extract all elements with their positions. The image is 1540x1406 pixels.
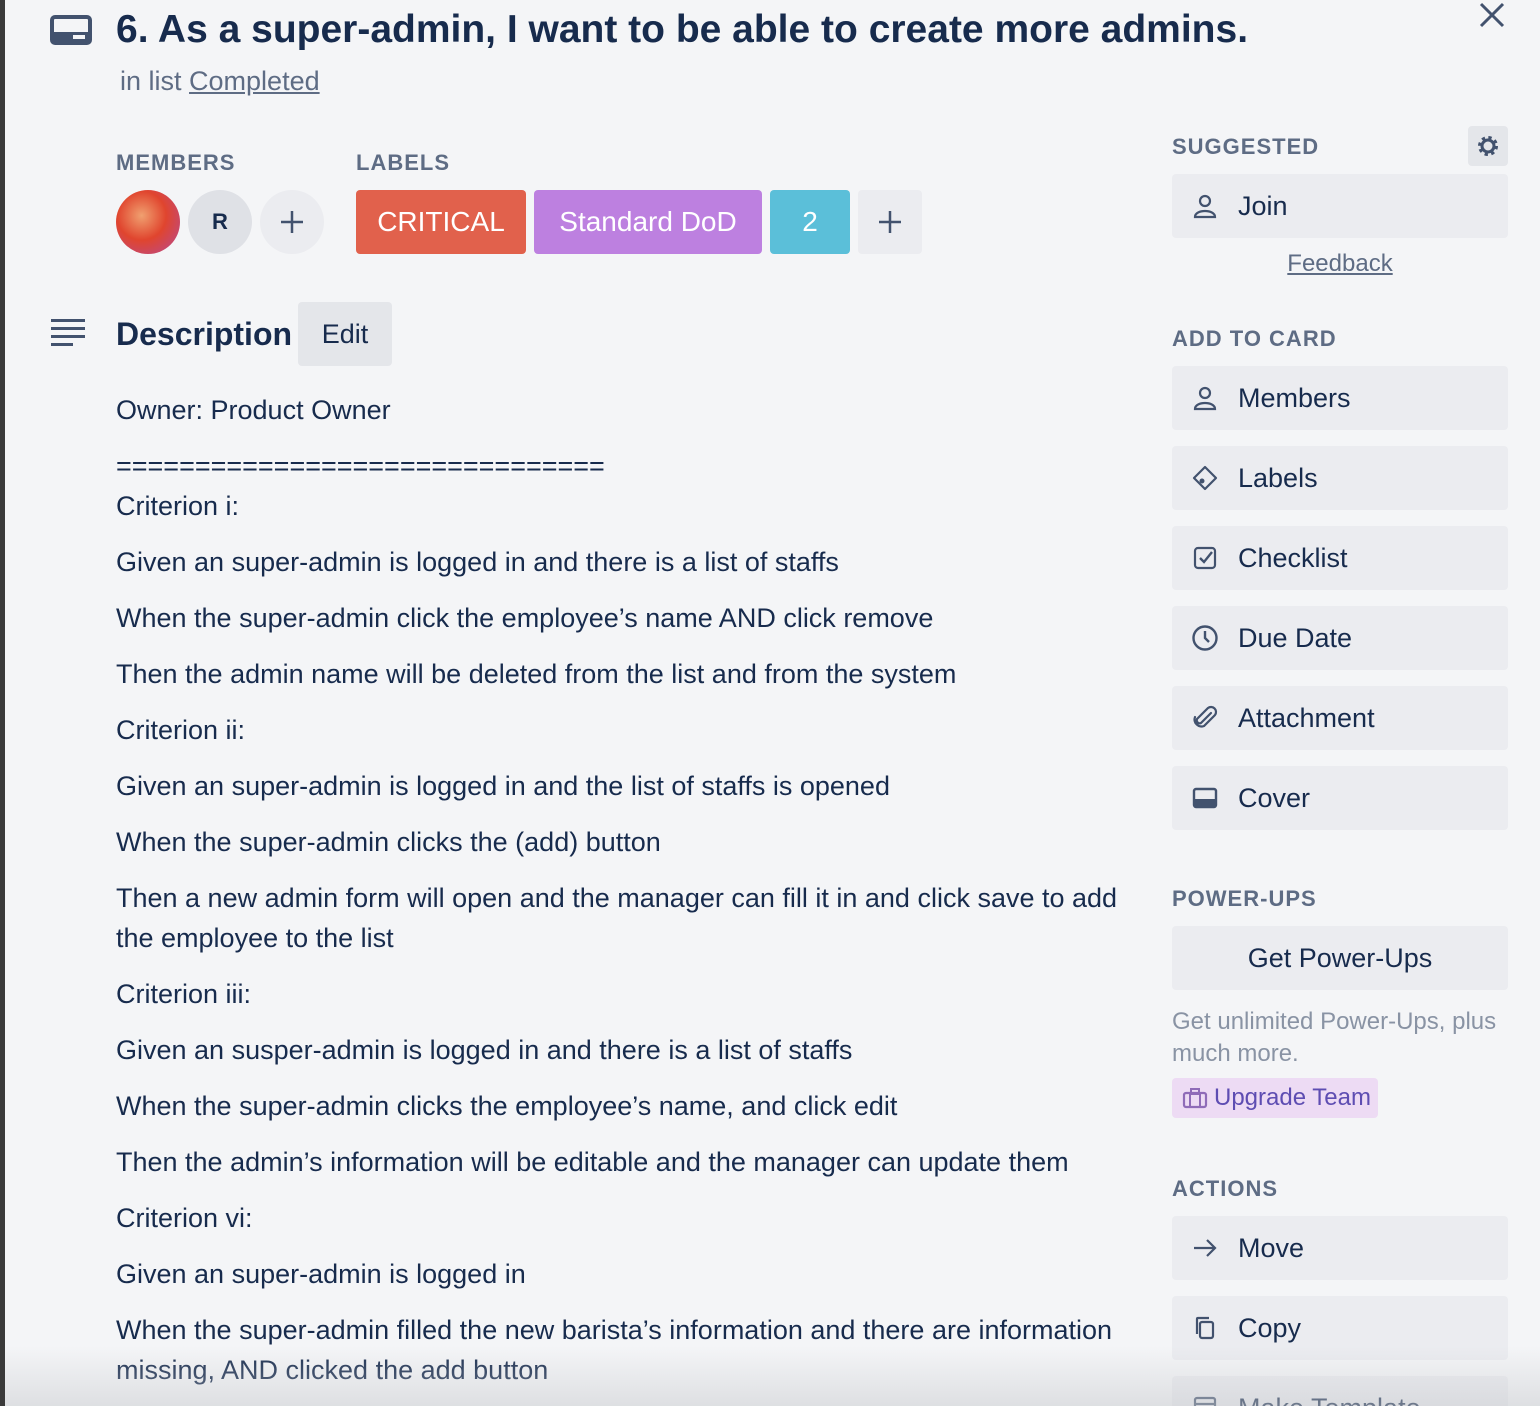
due-date-label: Due Date <box>1238 622 1353 653</box>
avatar-initial[interactable]: R <box>188 190 252 254</box>
description-heading: Description <box>116 316 293 352</box>
copy-icon <box>1190 1313 1220 1343</box>
move-label: Move <box>1238 1232 1305 1263</box>
checklist-label: Checklist <box>1238 542 1348 573</box>
actions-heading: ACTIONS <box>1172 1176 1278 1201</box>
description-line: Given an super-admin is logged in <box>116 1259 526 1289</box>
add-member-button[interactable] <box>260 190 324 254</box>
get-power-ups-button[interactable]: Get Power-Ups <box>1172 926 1508 990</box>
labels-label: Labels <box>1238 462 1318 493</box>
labels-button[interactable]: Labels <box>1172 446 1508 510</box>
template-icon <box>1190 1393 1220 1406</box>
plus-icon <box>879 211 901 233</box>
description-line: Criterion ii: <box>116 715 246 745</box>
members-heading: MEMBERS <box>116 150 236 175</box>
avatar[interactable] <box>116 190 180 254</box>
tag-icon <box>1190 463 1220 493</box>
description-line: Given an super-admin is logged in and th… <box>116 547 839 577</box>
person-icon <box>1190 191 1220 221</box>
clock-icon <box>1190 623 1220 653</box>
power-ups-note: Get unlimited Power-Ups, plus much more. <box>1172 1008 1497 1067</box>
description-line: Criterion i: <box>116 491 240 521</box>
person-icon <box>1190 383 1220 413</box>
make-template-label: Make Template <box>1238 1393 1421 1406</box>
suggested-heading: SUGGESTED <box>1172 134 1320 159</box>
cover-button[interactable]: Cover <box>1172 766 1508 830</box>
description-line: When the super-admin click the employee’… <box>116 603 934 633</box>
description-line: Owner: Product Owner <box>116 395 391 425</box>
description-line: Given an super-admin is logged in and th… <box>116 771 890 801</box>
upgrade-team-button[interactable]: Upgrade Team <box>1172 1078 1378 1118</box>
close-icon[interactable] <box>1475 0 1509 30</box>
plus-icon <box>281 211 303 233</box>
in-list-prefix: in list <box>120 66 182 96</box>
card-icon <box>50 15 92 45</box>
description-line: When the super-admin clicks the employee… <box>116 1091 898 1121</box>
briefcase-icon <box>1182 1088 1208 1109</box>
description-line: When the super-admin filled the new bari… <box>116 1315 1113 1385</box>
list-link[interactable]: Completed <box>189 66 320 96</box>
description-line: When the super-admin clicks the (add) bu… <box>116 827 661 857</box>
description-line: =============================== <box>116 451 605 481</box>
arrow-right-icon <box>1190 1233 1220 1263</box>
description-line: Criterion vi: <box>116 1203 253 1233</box>
label-critical[interactable]: CRITICAL <box>356 190 526 254</box>
label-2[interactable]: 2 <box>770 190 850 254</box>
upgrade-team-label: Upgrade Team <box>1214 1084 1371 1111</box>
card-list-info: in list Completed <box>120 66 320 97</box>
checklist-icon <box>1190 543 1220 573</box>
card-title[interactable]: 6. As a super-admin, I want to be able t… <box>116 8 1248 52</box>
join-button[interactable]: Join <box>1172 174 1508 238</box>
copy-label: Copy <box>1238 1312 1302 1343</box>
add-label-button[interactable] <box>858 190 922 254</box>
gear-icon[interactable] <box>1468 126 1508 166</box>
cover-icon <box>1190 783 1220 813</box>
add-to-card-heading: ADD TO CARD <box>1172 326 1337 351</box>
copy-button[interactable]: Copy <box>1172 1296 1508 1360</box>
attachment-button[interactable]: Attachment <box>1172 686 1508 750</box>
checklist-button[interactable]: Checklist <box>1172 526 1508 590</box>
card-detail-dialog: 6. As a super-admin, I want to be able t… <box>5 0 1540 1406</box>
description-line: Then the admin name will be deleted from… <box>116 659 957 689</box>
make-template-button[interactable]: Make Template <box>1172 1376 1508 1406</box>
description-line: Then the admin’s information will be edi… <box>116 1147 1069 1177</box>
edit-description-button[interactable]: Edit <box>298 302 392 366</box>
members-button[interactable]: Members <box>1172 366 1508 430</box>
join-label: Join <box>1238 190 1288 221</box>
attachment-label: Attachment <box>1238 702 1375 733</box>
members-label: Members <box>1238 382 1351 413</box>
description-line: Given an susper-admin is logged in and t… <box>116 1035 853 1065</box>
description-line: Criterion iii: <box>116 979 252 1009</box>
feedback-link[interactable]: Feedback <box>1172 250 1508 278</box>
label-standard-dod[interactable]: Standard DoD <box>534 190 762 254</box>
description-body[interactable]: Owner: Product Owner ===================… <box>116 390 1146 1406</box>
description-line: Then a new admin form will open and the … <box>116 883 1118 953</box>
description-icon <box>51 319 85 346</box>
due-date-button[interactable]: Due Date <box>1172 606 1508 670</box>
move-button[interactable]: Move <box>1172 1216 1508 1280</box>
power-ups-heading: POWER-UPS <box>1172 886 1317 911</box>
paperclip-icon <box>1190 703 1220 733</box>
labels-heading: LABELS <box>356 150 450 175</box>
cover-label: Cover <box>1238 782 1311 813</box>
